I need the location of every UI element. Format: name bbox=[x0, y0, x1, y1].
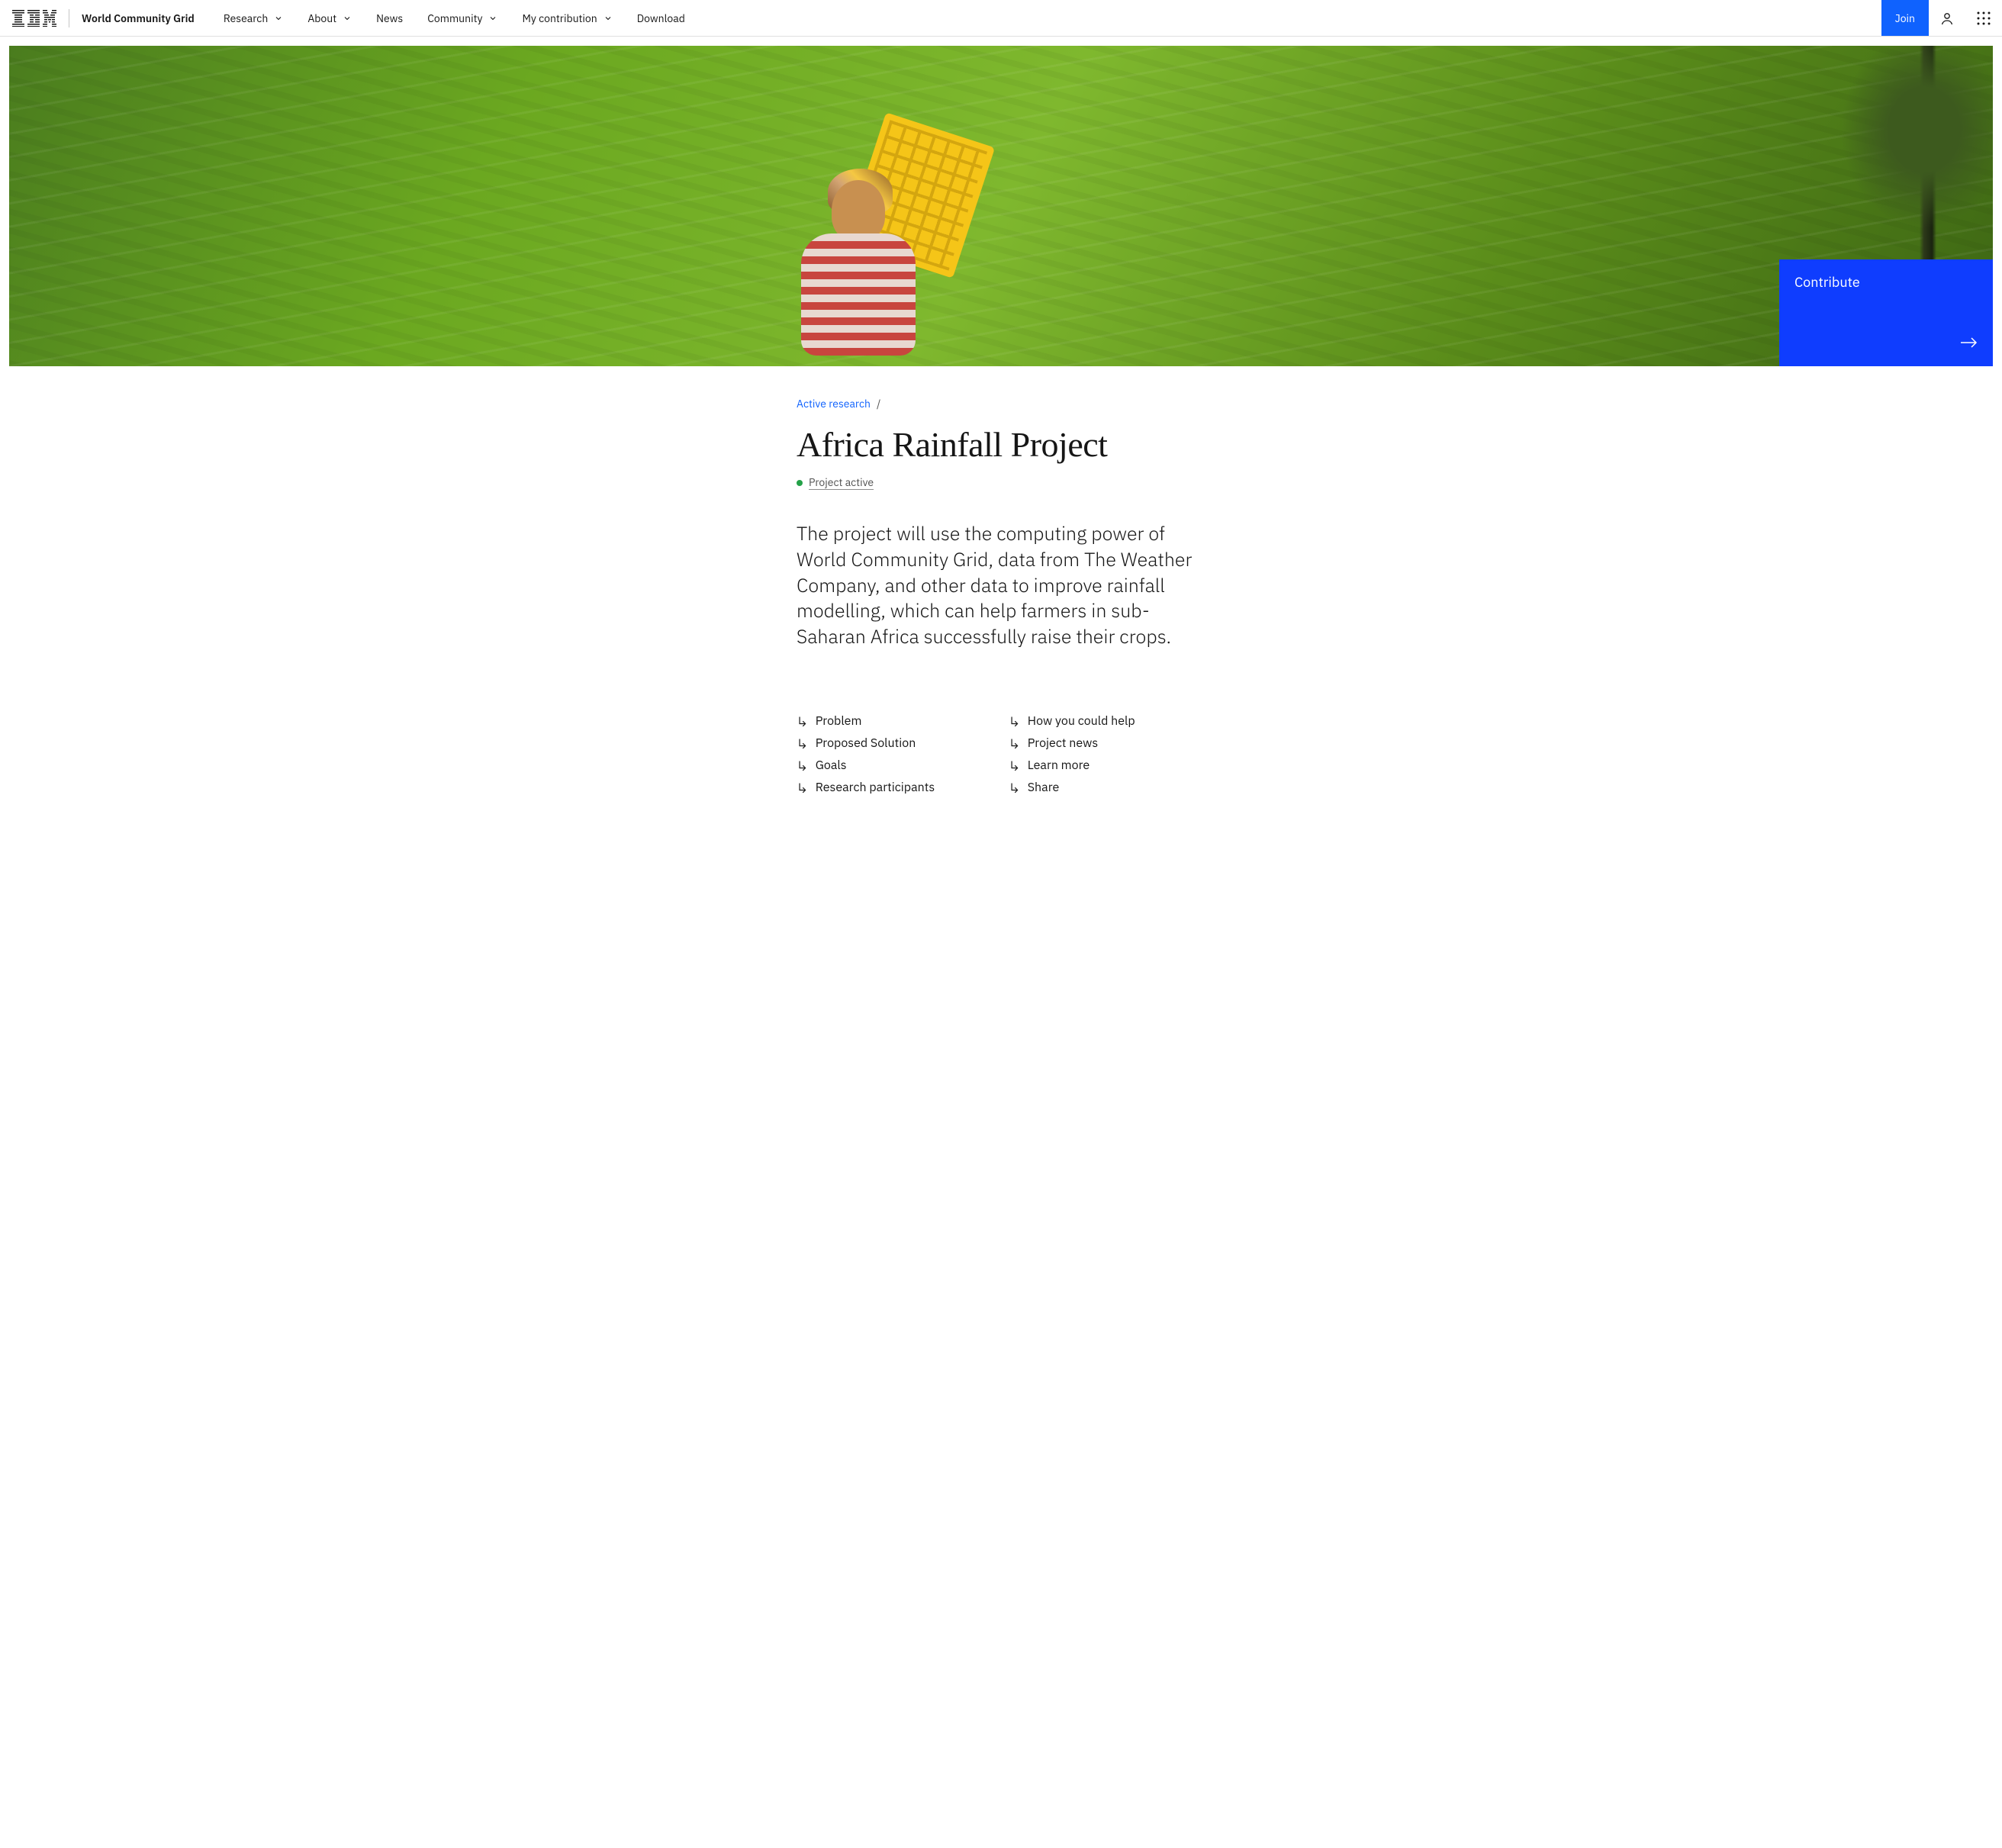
anchor-learn[interactable]: ↳ Learn more bbox=[1009, 755, 1205, 777]
chevron-down-icon bbox=[488, 14, 497, 23]
subdirectory-arrow-icon: ↳ bbox=[797, 735, 808, 752]
nav-label: Download bbox=[637, 11, 685, 25]
nav-label: My contribution bbox=[522, 11, 597, 25]
chevron-down-icon bbox=[274, 14, 283, 23]
nav-my-contribution[interactable]: My contribution bbox=[511, 0, 623, 36]
nav-community[interactable]: Community bbox=[417, 0, 508, 36]
anchor-solution[interactable]: ↳ Proposed Solution bbox=[797, 732, 993, 755]
anchor-help[interactable]: ↳ How you could help bbox=[1009, 710, 1205, 732]
primary-nav: Research About News Community My contrib… bbox=[213, 0, 1881, 36]
anchor-label: Proposed Solution bbox=[816, 736, 916, 751]
hero-farmer-decoration bbox=[763, 104, 977, 366]
apps-grid-button[interactable] bbox=[1965, 0, 2002, 37]
chevron-down-icon bbox=[343, 14, 352, 23]
hero-banner: Contribute bbox=[9, 46, 1993, 366]
anchor-label: Goals bbox=[816, 758, 847, 773]
chevron-down-icon bbox=[603, 14, 613, 23]
anchor-label: Share bbox=[1028, 780, 1060, 795]
nav-label: Research bbox=[224, 11, 268, 25]
header-tools: Join bbox=[1881, 0, 2002, 36]
hero-image bbox=[9, 46, 1993, 366]
anchor-label: Project news bbox=[1028, 736, 1098, 751]
arrow-right-icon bbox=[1961, 336, 1978, 353]
nav-label: Community bbox=[427, 11, 482, 25]
anchor-label: How you could help bbox=[1028, 713, 1135, 729]
breadcrumb: Active research / bbox=[797, 397, 1205, 410]
anchor-links: ↳ Problem ↳ Proposed Solution ↳ Goals ↳ … bbox=[797, 710, 1205, 799]
project-status: Project active bbox=[797, 475, 1205, 490]
anchor-label: Research participants bbox=[816, 780, 935, 795]
join-button[interactable]: Join bbox=[1881, 0, 1929, 36]
subdirectory-arrow-icon: ↳ bbox=[1009, 757, 1020, 774]
global-header: World Community Grid Research About News… bbox=[0, 0, 2002, 37]
site-name[interactable]: World Community Grid bbox=[82, 11, 195, 25]
nav-about[interactable]: About bbox=[297, 0, 362, 36]
anchor-col-1: ↳ Problem ↳ Proposed Solution ↳ Goals ↳ … bbox=[797, 710, 993, 799]
account-button[interactable] bbox=[1929, 0, 1965, 37]
nav-research[interactable]: Research bbox=[213, 0, 294, 36]
breadcrumb-parent[interactable]: Active research bbox=[797, 397, 871, 410]
breadcrumb-separator: / bbox=[877, 397, 880, 410]
subdirectory-arrow-icon: ↳ bbox=[1009, 779, 1020, 797]
nav-label: News bbox=[376, 11, 403, 25]
anchor-news[interactable]: ↳ Project news bbox=[1009, 732, 1205, 755]
logo-section: World Community Grid bbox=[12, 0, 213, 36]
nav-label: About bbox=[307, 11, 336, 25]
anchor-problem[interactable]: ↳ Problem bbox=[797, 710, 993, 732]
subdirectory-arrow-icon: ↳ bbox=[797, 757, 808, 774]
anchor-goals[interactable]: ↳ Goals bbox=[797, 755, 993, 777]
nav-news[interactable]: News bbox=[365, 0, 414, 36]
anchor-share[interactable]: ↳ Share bbox=[1009, 777, 1205, 799]
anchor-label: Learn more bbox=[1028, 758, 1090, 773]
anchor-label: Problem bbox=[816, 713, 862, 729]
subdirectory-arrow-icon: ↳ bbox=[797, 713, 808, 730]
user-icon bbox=[1939, 11, 1955, 26]
nav-download[interactable]: Download bbox=[626, 0, 696, 36]
contribute-label: Contribute bbox=[1794, 273, 1978, 291]
status-text[interactable]: Project active bbox=[809, 475, 874, 490]
subdirectory-arrow-icon: ↳ bbox=[1009, 713, 1020, 730]
status-active-icon bbox=[797, 480, 803, 486]
anchor-col-2: ↳ How you could help ↳ Project news ↳ Le… bbox=[1009, 710, 1205, 799]
contribute-card[interactable]: Contribute bbox=[1779, 259, 1993, 366]
main-content: Active research / Africa Rainfall Projec… bbox=[787, 397, 1215, 860]
anchor-participants[interactable]: ↳ Research participants bbox=[797, 777, 993, 799]
page-title: Africa Rainfall Project bbox=[797, 424, 1205, 465]
ibm-logo[interactable] bbox=[12, 0, 69, 36]
grid-icon bbox=[1977, 11, 1991, 25]
subdirectory-arrow-icon: ↳ bbox=[1009, 735, 1020, 752]
subdirectory-arrow-icon: ↳ bbox=[797, 779, 808, 797]
project-lead: The project will use the computing power… bbox=[797, 520, 1205, 649]
